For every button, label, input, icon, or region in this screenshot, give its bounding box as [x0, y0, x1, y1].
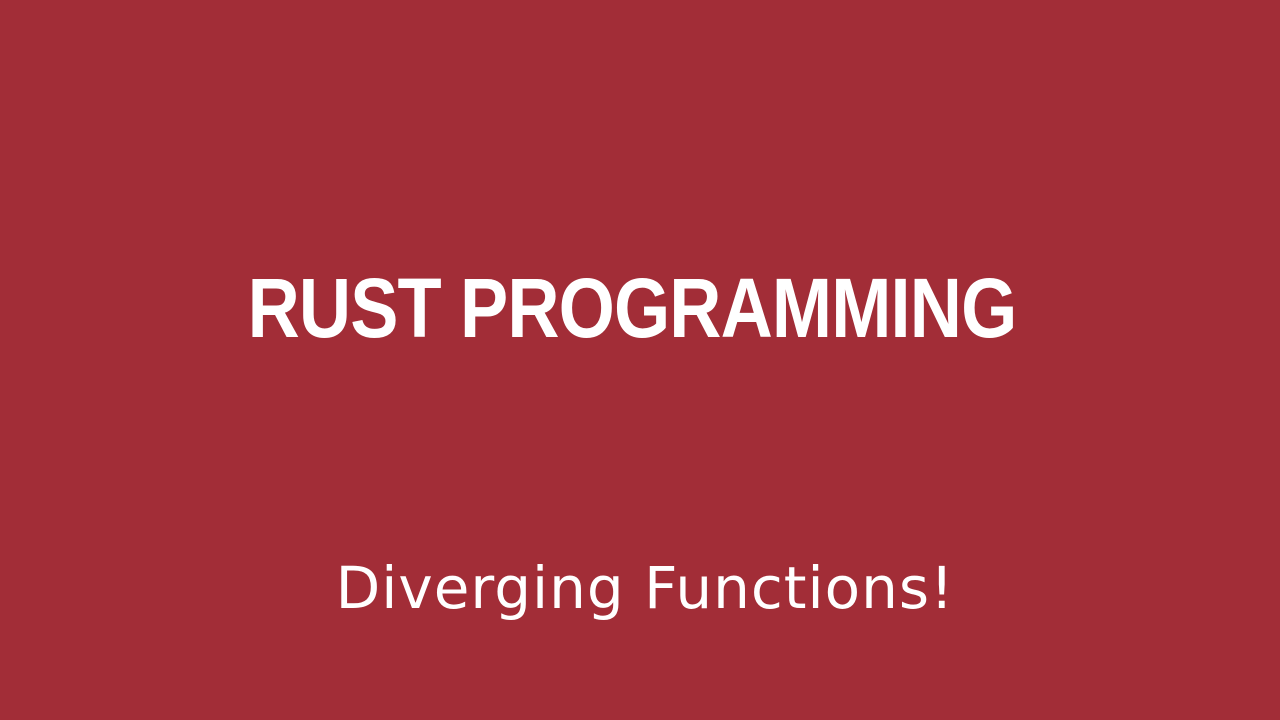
slide-subtitle: Diverging Functions! [335, 554, 955, 622]
slide-title: RUST PROGRAMMING [247, 261, 1018, 355]
title-slide: RUST PROGRAMMING Diverging Functions! [0, 0, 1280, 720]
